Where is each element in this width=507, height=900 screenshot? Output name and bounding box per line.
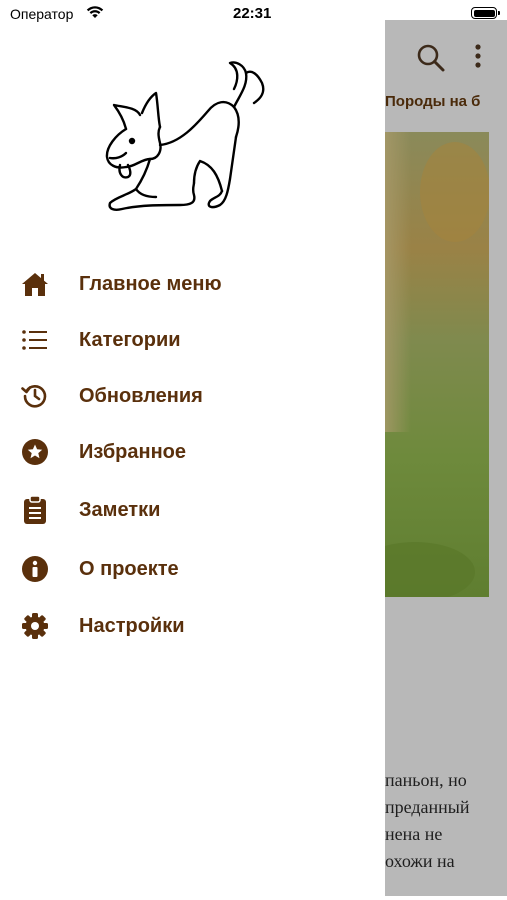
text-line: паньон, но [385, 770, 467, 790]
menu-item-label: Категории [79, 328, 181, 351]
wifi-icon [86, 5, 104, 24]
more-options-icon[interactable] [473, 42, 483, 77]
list-icon [21, 326, 49, 354]
menu-item-about[interactable]: О проекте [0, 545, 385, 593]
menu-item-favorites[interactable]: Избранное [0, 428, 385, 476]
clock: 22:31 [233, 5, 272, 22]
text-line: охожи на [385, 851, 455, 871]
navigation-drawer: Главное меню Категории Обновления Избран… [0, 0, 385, 900]
background-toolbar: Породы на б [385, 20, 507, 120]
menu-item-settings[interactable]: Настройки [0, 602, 385, 650]
dog-logo [100, 55, 270, 225]
menu-item-label: Избранное [79, 440, 187, 463]
status-bar: Оператор 22:31 [0, 0, 507, 30]
background-text: паньон, но преданный нена не охожи на [385, 767, 470, 875]
clipboard-icon [21, 495, 49, 524]
menu-item-categories[interactable]: Категории [0, 316, 385, 364]
menu-item-label: Обновления [79, 384, 203, 407]
menu-item-updates[interactable]: Обновления [0, 372, 385, 420]
dog-photo [385, 132, 490, 602]
gear-icon [21, 612, 49, 640]
history-icon [21, 382, 49, 410]
search-icon[interactable] [416, 43, 446, 78]
text-line: преданный [385, 797, 470, 817]
menu-item-main[interactable]: Главное меню [0, 260, 385, 308]
home-icon [21, 270, 49, 298]
menu-item-label: Заметки [79, 498, 161, 521]
background-screen[interactable]: Породы на б паньон, но преданный нена не… [385, 20, 507, 896]
carrier-name: Оператор [10, 6, 74, 22]
battery-icon [471, 7, 500, 19]
menu-item-label: Настройки [79, 614, 185, 637]
background-tab-title: Породы на б [385, 93, 481, 110]
text-line: нена не [385, 824, 443, 844]
menu-item-label: О проекте [79, 557, 179, 580]
menu-item-label: Главное меню [79, 272, 222, 295]
star-icon [21, 438, 49, 466]
info-icon [21, 555, 49, 583]
menu-item-notes[interactable]: Заметки [0, 486, 385, 534]
